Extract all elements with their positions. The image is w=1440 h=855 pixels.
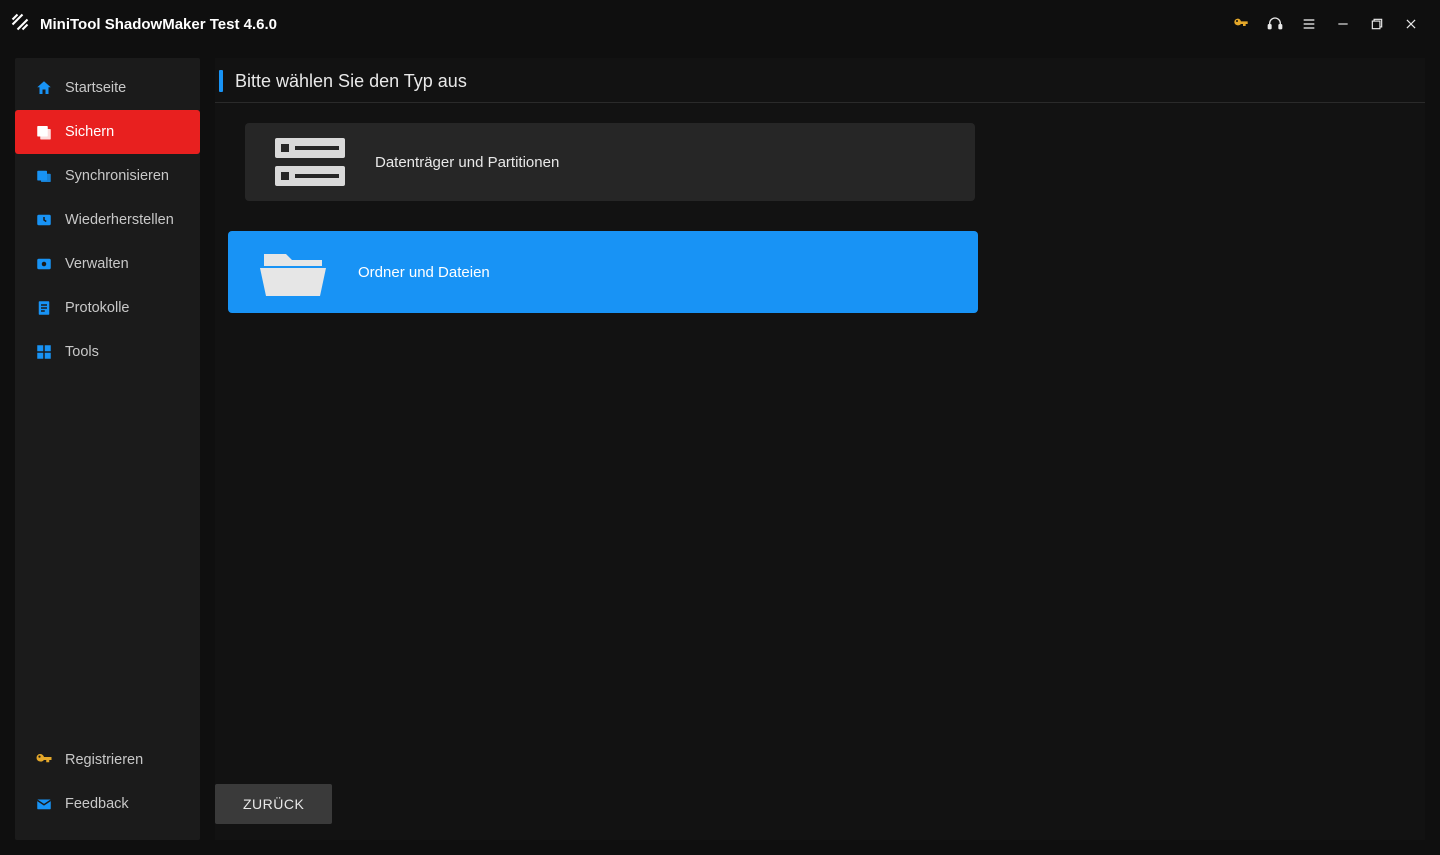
sidebar-item-label: Sichern [65, 124, 114, 140]
sidebar-item-label: Protokolle [65, 300, 129, 316]
mail-icon [35, 795, 53, 813]
option-disk-partitions[interactable]: Datenträger und Partitionen [245, 123, 975, 201]
option-folders-files[interactable]: Ordner und Dateien [228, 231, 978, 313]
backup-icon [35, 123, 53, 141]
page-title: Bitte wählen Sie den Typ aus [235, 71, 467, 92]
close-button[interactable] [1394, 7, 1428, 41]
manage-icon [35, 255, 53, 273]
sidebar-item-label: Registrieren [65, 752, 143, 768]
app-title: MiniTool ShadowMaker Test 4.6.0 [40, 16, 277, 33]
content: Datenträger und Partitionen Ordner und D… [215, 103, 1425, 768]
logs-icon [35, 299, 53, 317]
minimize-button[interactable] [1326, 7, 1360, 41]
app-logo-icon [10, 12, 30, 37]
support-button[interactable] [1258, 7, 1292, 41]
sidebar-item-synchronisieren[interactable]: Synchronisieren [15, 154, 200, 198]
home-icon [35, 79, 53, 97]
sidebar-item-verwalten[interactable]: Verwalten [15, 242, 200, 286]
footer: ZURÜCK [215, 768, 1425, 840]
body: Startseite Sichern Synchronisieren Wiede… [0, 48, 1440, 855]
sidebar-item-label: Wiederherstellen [65, 212, 174, 228]
sidebar-item-registrieren[interactable]: Registrieren [15, 738, 200, 782]
sidebar-item-label: Synchronisieren [65, 168, 169, 184]
disk-icon [275, 132, 345, 192]
sidebar-item-wiederherstellen[interactable]: Wiederherstellen [15, 198, 200, 242]
sidebar-item-sichern[interactable]: Sichern [15, 110, 200, 154]
page-header: Bitte wählen Sie den Typ aus [215, 58, 1425, 103]
restore-icon [35, 211, 53, 229]
nav-top: Startseite Sichern Synchronisieren Wiede… [15, 58, 200, 738]
tools-icon [35, 343, 53, 361]
sync-icon [35, 167, 53, 185]
title-right-controls [1224, 7, 1428, 41]
title-left: MiniTool ShadowMaker Test 4.6.0 [10, 12, 277, 37]
sidebar-item-startseite[interactable]: Startseite [15, 66, 200, 110]
sidebar-item-label: Tools [65, 344, 99, 360]
option-label: Datenträger und Partitionen [375, 154, 559, 171]
key-icon [35, 751, 53, 769]
sidebar-item-label: Startseite [65, 80, 126, 96]
sidebar-item-protokolle[interactable]: Protokolle [15, 286, 200, 330]
menu-button[interactable] [1292, 7, 1326, 41]
folder-icon [258, 242, 328, 302]
option-label: Ordner und Dateien [358, 264, 490, 281]
nav-bottom: Registrieren Feedback [15, 738, 200, 840]
sidebar-item-label: Verwalten [65, 256, 129, 272]
header-accent-bar [219, 70, 223, 92]
title-bar: MiniTool ShadowMaker Test 4.6.0 [0, 0, 1440, 48]
register-key-button[interactable] [1224, 7, 1258, 41]
maximize-button[interactable] [1360, 7, 1394, 41]
sidebar-item-tools[interactable]: Tools [15, 330, 200, 374]
sidebar-item-feedback[interactable]: Feedback [15, 782, 200, 826]
back-button[interactable]: ZURÜCK [215, 784, 332, 824]
main: Bitte wählen Sie den Typ aus Datenträger… [215, 58, 1425, 840]
sidebar-item-label: Feedback [65, 796, 129, 812]
sidebar: Startseite Sichern Synchronisieren Wiede… [15, 58, 200, 840]
